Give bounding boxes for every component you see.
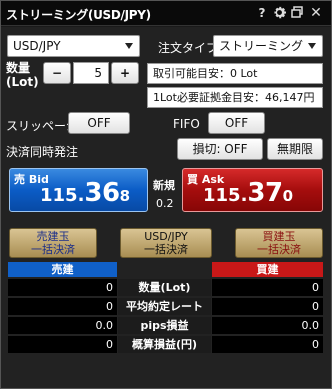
bulk-close-sell-line2: 一括決済 (31, 243, 75, 256)
sell-value-cell: 0 (8, 336, 117, 353)
sell-value-cell: 0 (8, 298, 117, 315)
sell-value-cell: 0 (8, 279, 117, 296)
gear-icon[interactable] (272, 6, 286, 20)
table-row: 0 数量(Lot) 0 (8, 279, 324, 297)
sell-position-header: 売建 (8, 262, 117, 277)
stop-loss-button[interactable]: 損切: OFF (177, 138, 263, 160)
table-row: 0 概算損益(円) 0 (8, 336, 324, 354)
quantity-minus-button[interactable]: − (43, 62, 71, 84)
slippage-button[interactable]: OFF (68, 112, 130, 134)
restore-icon[interactable] (290, 6, 304, 20)
row-label: 概算損益(円) (118, 336, 211, 353)
fifo-label: FIFO (173, 117, 200, 131)
question-icon[interactable]: ? (255, 6, 269, 20)
bid-price-prefix: 115. (40, 185, 85, 206)
bid-price-button[interactable]: 売 Bid 115.368 (9, 168, 148, 212)
bulk-close-pair-line1: USD/JPY (144, 230, 188, 243)
window-title: ストリーミング(USD/JPY) (6, 8, 151, 22)
bulk-close-buy-line1: 買建玉 (262, 230, 296, 243)
order-type-value: ストリーミング (219, 39, 304, 53)
bid-price-tiny: 8 (119, 187, 131, 205)
spread-label: 新規 (153, 179, 175, 192)
panel-body: USD/JPY 注文タイプ ストリーミング 数量 (Lot) − 5 + 取引可… (1, 27, 331, 388)
quantity-label-line2: (Lot) (6, 75, 39, 89)
bulk-close-pair-line2: 一括決済 (144, 243, 188, 256)
ask-price-big: 37 (247, 178, 283, 208)
close-icon[interactable]: ✕ (309, 6, 323, 20)
buy-position-header: 買建 (212, 262, 323, 277)
ask-price-button[interactable]: 買 Ask 115.370 (182, 168, 323, 212)
symbol-value: USD/JPY (13, 39, 61, 53)
chevron-down-icon (125, 43, 133, 49)
available-lot-info: 取引可能目安：0 Lot (147, 63, 323, 84)
ask-price: 115.370 (203, 178, 293, 208)
spread-value: 0.2 (156, 197, 174, 210)
streaming-window: ストリーミング(USD/JPY) ? ✕ USD/JPY 注文タイプ ストリーミ… (0, 0, 332, 389)
quantity-input[interactable]: 5 (73, 62, 109, 84)
margin-per-lot-info: 1Lot必要証拠金目安：46,147円 (147, 87, 323, 108)
quantity-label: 数量 (Lot) (6, 61, 39, 89)
buy-value-cell: 0 (212, 298, 323, 315)
symbol-select[interactable]: USD/JPY (7, 35, 140, 57)
buy-value-cell: 0 (212, 336, 323, 353)
quantity-plus-button[interactable]: + (111, 62, 139, 84)
bid-price: 115.368 (40, 178, 130, 208)
quantity-label-line1: 数量 (6, 61, 31, 75)
bulk-close-sell-button[interactable]: 売建玉 一括決済 (9, 228, 97, 258)
buy-value-cell: 0 (212, 279, 323, 296)
row-label: pips損益 (118, 317, 211, 334)
bulk-close-buy-button[interactable]: 買建玉 一括決済 (235, 228, 323, 258)
table-row: 0.0 pips損益 0.0 (8, 317, 324, 335)
chevron-down-icon (308, 43, 316, 49)
slippage-label: スリッページ (6, 119, 78, 133)
simultaneous-order-label: 決済同時発注 (6, 145, 79, 159)
order-type-label: 注文タイプ (158, 41, 219, 55)
duration-button[interactable]: 無期限 (267, 138, 323, 160)
row-label: 数量(Lot) (118, 279, 211, 296)
bulk-close-sell-line1: 売建玉 (36, 230, 70, 243)
fifo-button[interactable]: OFF (208, 112, 265, 134)
table-row: 0 平均約定レート 0 (8, 298, 324, 316)
row-label: 平均約定レート (118, 298, 211, 315)
ask-price-tiny: 0 (282, 187, 294, 205)
bulk-close-pair-button[interactable]: USD/JPY 一括決済 (120, 228, 212, 258)
buy-value-cell: 0.0 (212, 317, 323, 334)
bulk-close-buy-line2: 一括決済 (257, 243, 301, 256)
title-bar[interactable]: ストリーミング(USD/JPY) ? ✕ (1, 1, 331, 26)
bid-price-big: 36 (84, 178, 120, 208)
order-type-select[interactable]: ストリーミング (213, 35, 323, 57)
ask-price-prefix: 115. (203, 185, 248, 206)
sell-value-cell: 0.0 (8, 317, 117, 334)
